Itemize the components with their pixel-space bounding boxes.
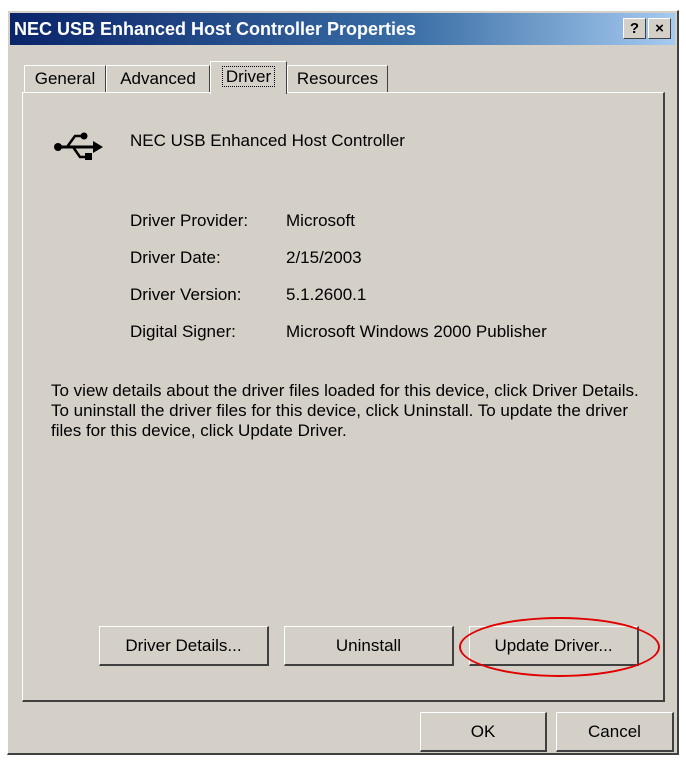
uninstall-button[interactable]: Uninstall xyxy=(284,626,454,666)
tab-resources[interactable]: Resources xyxy=(287,65,388,93)
close-button[interactable]: × xyxy=(648,18,671,39)
usb-icon xyxy=(54,132,103,160)
properties-dialog: NEC USB Enhanced Host Controller Propert… xyxy=(7,10,679,755)
tab-driver[interactable]: Driver xyxy=(210,61,287,94)
signer-value: Microsoft Windows 2000 Publisher xyxy=(286,322,547,341)
driver-panel: NEC USB Enhanced Host Controller Driver … xyxy=(22,92,665,702)
update-driver-button[interactable]: Update Driver... xyxy=(469,626,639,666)
provider-label: Driver Provider: xyxy=(130,211,249,230)
version-value: 5.1.2600.1 xyxy=(286,285,367,304)
ok-button[interactable]: OK xyxy=(420,712,547,752)
title-bar[interactable]: NEC USB Enhanced Host Controller Propert… xyxy=(10,13,675,45)
signer-label: Digital Signer: xyxy=(130,322,236,341)
cancel-button[interactable]: Cancel xyxy=(556,712,674,752)
version-label: Driver Version: xyxy=(130,285,242,304)
provider-value: Microsoft xyxy=(286,211,355,230)
device-name: NEC USB Enhanced Host Controller xyxy=(130,131,405,150)
date-label: Driver Date: xyxy=(130,248,221,267)
help-button[interactable]: ? xyxy=(623,18,646,39)
tab-advanced[interactable]: Advanced xyxy=(106,65,210,93)
tab-general[interactable]: General xyxy=(24,65,106,93)
date-value: 2/15/2003 xyxy=(286,248,362,267)
window-title: NEC USB Enhanced Host Controller Propert… xyxy=(14,19,417,39)
driver-details-button[interactable]: Driver Details... xyxy=(99,626,269,666)
driver-description: To view details about the driver files l… xyxy=(51,381,639,440)
